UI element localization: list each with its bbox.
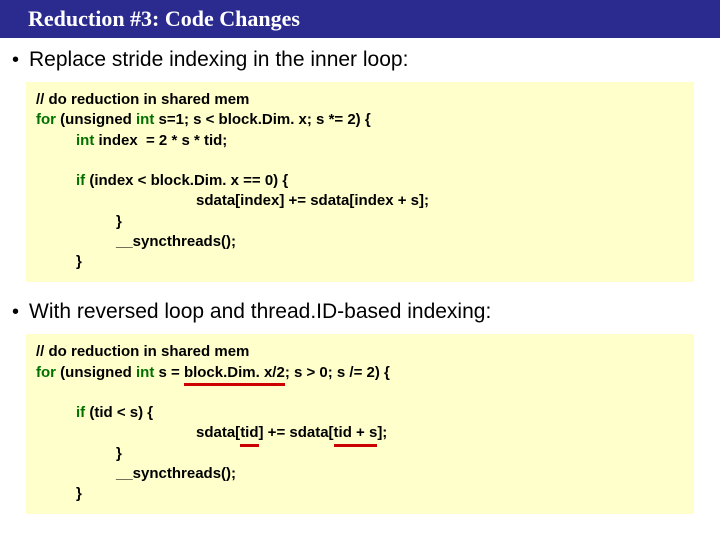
keyword-if: if [76, 404, 85, 421]
code-line: } [36, 252, 684, 272]
code-text: s = [154, 364, 184, 381]
code-line: if (index < block.Dim. x == 0) { [36, 171, 684, 191]
code-text: tid [240, 424, 258, 441]
code-text: tid + s [334, 424, 378, 441]
code-line: } [36, 444, 684, 464]
code-text: block.Dim. x/2 [184, 364, 285, 381]
code-text: (index < block.Dim. x == 0) { [85, 172, 288, 189]
code-line: __syncthreads(); [36, 232, 684, 252]
keyword-if: if [76, 172, 85, 189]
slide-title: Reduction #3: Code Changes [0, 0, 720, 38]
code-text: (unsigned [56, 364, 136, 381]
keyword-int: int [136, 364, 154, 381]
highlighted-change: tid + s [334, 423, 378, 443]
code-blank [36, 151, 684, 171]
code-text: (tid < s) { [85, 404, 153, 421]
code-text: ] += sdata[ [259, 424, 334, 441]
code-text: (unsigned [56, 111, 136, 128]
code-text: ]; [377, 424, 387, 441]
code-line: // do reduction in shared mem [36, 342, 684, 362]
code-text: sdata[ [196, 424, 240, 441]
code-line: sdata[index] += sdata[index + s]; [36, 191, 684, 211]
code-line: } [36, 212, 684, 232]
code-line: int index = 2 * s * tid; [36, 131, 684, 151]
highlighted-change: block.Dim. x/2 [184, 363, 285, 383]
bullet-1-text: Replace stride indexing in the inner loo… [29, 48, 408, 72]
keyword-int: int [136, 111, 154, 128]
code-text: ; s > 0; s /= 2) { [285, 364, 390, 381]
code-block-2: // do reduction in shared mem for (unsig… [26, 334, 694, 514]
code-text: s=1; s < block.Dim. x; s *= 2) { [154, 111, 370, 128]
bullet-dot-icon: • [12, 300, 19, 324]
code-line: if (tid < s) { [36, 403, 684, 423]
code-line: for (unsigned int s = block.Dim. x/2; s … [36, 363, 684, 383]
bullet-dot-icon: • [12, 48, 19, 72]
highlighted-change: tid [240, 423, 258, 443]
code-line: } [36, 484, 684, 504]
code-block-1: // do reduction in shared mem for (unsig… [26, 82, 694, 282]
code-text: index = 2 * s * tid; [94, 132, 227, 149]
bullet-2-text: With reversed loop and thread.ID-based i… [29, 300, 491, 324]
bullet-1: • Replace stride indexing in the inner l… [0, 38, 720, 78]
code-blank [36, 383, 684, 403]
bullet-2: • With reversed loop and thread.ID-based… [0, 290, 720, 330]
code-line: __syncthreads(); [36, 464, 684, 484]
code-line: // do reduction in shared mem [36, 90, 684, 110]
code-line: sdata[tid] += sdata[tid + s]; [36, 423, 684, 443]
keyword-for: for [36, 364, 56, 381]
code-line: for (unsigned int s=1; s < block.Dim. x;… [36, 110, 684, 130]
keyword-int: int [76, 132, 94, 149]
keyword-for: for [36, 111, 56, 128]
